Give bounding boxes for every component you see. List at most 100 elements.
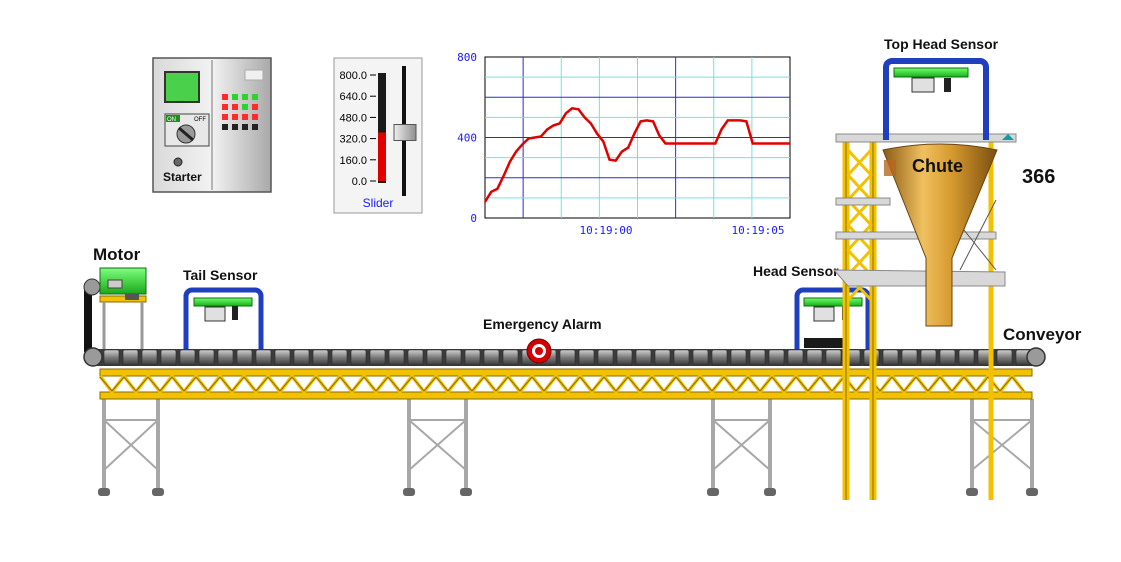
indicator-lamp xyxy=(252,104,258,110)
slider-tick-label: 160.0 xyxy=(339,155,367,167)
conveyor: Conveyor xyxy=(83,325,1082,400)
tail-sensor-head xyxy=(193,297,253,307)
indicator-lamp xyxy=(242,94,248,100)
tail-sensor[interactable]: Tail Sensor xyxy=(183,267,264,349)
conveyor-truss-shade xyxy=(99,376,1025,392)
indicator-lamp xyxy=(222,94,228,100)
slider-tick-label: 800.0 xyxy=(339,70,367,82)
conveyor-roller xyxy=(217,349,234,366)
slider-thumb[interactable] xyxy=(393,124,417,142)
top-head-sensor-head xyxy=(893,67,969,78)
conveyor-roller xyxy=(255,349,272,366)
head-pulley-icon xyxy=(1026,347,1046,367)
slider-tick-label: 0.0 xyxy=(352,176,367,188)
motor[interactable]: Motor xyxy=(83,245,147,354)
conveyor-roller xyxy=(236,349,253,366)
top-head-sensor-label: Top Head Sensor xyxy=(884,36,999,52)
indicator-lamp xyxy=(232,104,238,110)
slider-tick-label: 320.0 xyxy=(339,134,367,146)
chart-y-ticks: 800 400 0 xyxy=(457,51,477,225)
conveyor-roller xyxy=(426,349,443,366)
hmi-scene: ON OFF Starter 800.0 640.0 480.0 320.0 160.0… xyxy=(83,36,1082,500)
slider-level-fill xyxy=(378,132,386,181)
conveyor-leg xyxy=(707,399,776,496)
motor-body xyxy=(99,267,147,295)
conveyor-roller xyxy=(787,349,804,366)
conveyor-roller xyxy=(122,349,139,366)
conveyor-roller xyxy=(749,349,766,366)
slider-tick-label: 480.0 xyxy=(339,112,367,124)
switch-on-label: ON xyxy=(167,117,176,123)
indicator-lamp xyxy=(232,114,238,120)
conveyor-leg xyxy=(403,399,472,496)
starter-screw-icon xyxy=(173,157,183,167)
conveyor-roller xyxy=(673,349,690,366)
conveyor-roller xyxy=(654,349,671,366)
conveyor-roller xyxy=(939,349,956,366)
indicator-lamp xyxy=(252,124,258,130)
indicator-lamp xyxy=(242,114,248,120)
slider-tick-label: 640.0 xyxy=(339,91,367,103)
value-readout: 366 xyxy=(1022,166,1055,188)
conveyor-label: Conveyor xyxy=(1003,325,1082,344)
drive-pulley-icon xyxy=(83,278,101,296)
emergency-alarm-label: Emergency Alarm xyxy=(483,316,602,332)
conveyor-roller xyxy=(768,349,785,366)
trend-chart: 800 400 0 10:19:00 10:19:05 xyxy=(457,51,791,237)
conveyor-roller xyxy=(711,349,728,366)
conveyor-roller xyxy=(502,349,519,366)
conveyor-rollers xyxy=(103,349,1032,366)
material-on-belt xyxy=(804,338,844,348)
conveyor-roller xyxy=(996,349,1013,366)
starter-label: Starter xyxy=(163,170,202,184)
conveyor-roller xyxy=(578,349,595,366)
conveyor-roller xyxy=(597,349,614,366)
conveyor-leg xyxy=(98,399,164,496)
head-sensor-label: Head Sensor xyxy=(753,263,839,279)
conveyor-roller xyxy=(388,349,405,366)
chart-y-tick-label: 400 xyxy=(457,132,477,145)
chart-x-ticks: 10:19:00 10:19:05 xyxy=(580,224,785,237)
tail-pulley-icon xyxy=(83,347,103,367)
conveyor-roller xyxy=(901,349,918,366)
chute-tower: Chute xyxy=(832,133,1017,500)
conveyor-roller xyxy=(293,349,310,366)
conveyor-roller xyxy=(407,349,424,366)
conveyor-leg xyxy=(966,399,1038,496)
indicator-lamp xyxy=(232,124,238,130)
conveyor-roller xyxy=(160,349,177,366)
indicator-lamp xyxy=(222,124,228,130)
conveyor-roller xyxy=(635,349,652,366)
slider-control[interactable]: 800.0 640.0 480.0 320.0 160.0 0.0 Slider xyxy=(333,57,423,214)
conveyor-bottom-rail xyxy=(99,391,1033,400)
conveyor-roller xyxy=(369,349,386,366)
starter-switch[interactable]: ON OFF xyxy=(164,113,210,147)
slider-label: Slider xyxy=(363,196,394,210)
conveyor-roller xyxy=(920,349,937,366)
indicator-lamp xyxy=(252,114,258,120)
conveyor-roller xyxy=(825,349,842,366)
indicator-lamp xyxy=(232,94,238,100)
conveyor-roller xyxy=(198,349,215,366)
conveyor-roller xyxy=(274,349,291,366)
conveyor-roller xyxy=(730,349,747,366)
starter-panel[interactable]: ON OFF Starter xyxy=(152,57,272,193)
conveyor-legs xyxy=(98,399,1038,496)
tail-sensor-label: Tail Sensor xyxy=(183,267,258,283)
chart-y-tick-label: 0 xyxy=(470,212,477,225)
top-head-sensor[interactable]: Top Head Sensor xyxy=(883,36,1014,140)
conveyor-roller xyxy=(958,349,975,366)
indicator-lamp xyxy=(242,104,248,110)
indicator-lamp xyxy=(222,114,228,120)
conveyor-roller xyxy=(312,349,329,366)
chart-x-tick-label: 10:19:05 xyxy=(732,224,785,237)
indicator-lamp xyxy=(242,124,248,130)
indicator-lamp xyxy=(222,104,228,110)
conveyor-roller xyxy=(141,349,158,366)
head-sensor-head xyxy=(803,297,863,307)
chart-y-tick-label: 800 xyxy=(457,51,477,64)
conveyor-roller xyxy=(464,349,481,366)
tower-platform-bottom xyxy=(832,269,1006,287)
conveyor-roller xyxy=(692,349,709,366)
starter-display xyxy=(164,71,200,103)
